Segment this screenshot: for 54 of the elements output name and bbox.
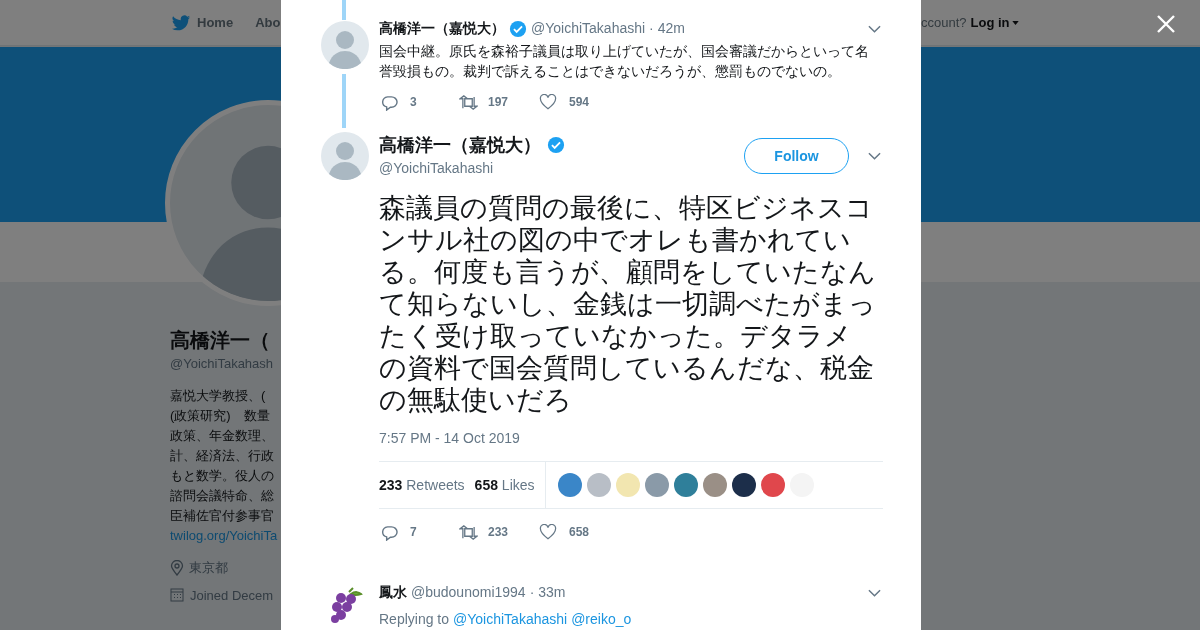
liker-avatar[interactable] — [731, 473, 756, 497]
mention-link[interactable]: @reiko_o — [571, 609, 632, 630]
like-button[interactable]: 658 — [539, 523, 590, 541]
tweet-timestamp[interactable]: 7:57 PM - 14 Oct 2019 — [379, 428, 883, 449]
like-count[interactable]: 658 Likes — [474, 474, 535, 496]
profile-handle: @YoichiTakahash — [170, 355, 275, 373]
retweet-arrows-icon — [459, 524, 478, 540]
bio-line: 臣補佐官付参事官 — [170, 507, 275, 525]
replying-to-label: Replying to — [379, 610, 450, 629]
bio-line: 計、経済法、行政 — [170, 447, 275, 465]
user-name[interactable]: 鳳水 — [379, 582, 407, 603]
tweet-text: 森議員の質問の最後に、特区ビジネスコンサル社の図の中でオレも書かれている。何度も言うが、顧問をしていたなんて知らないし、金銭は一切調べたがまったく受け取っていなかった。デタラメの資料で国会質問しているんだな、税金の無駄使いだろ — [379, 192, 877, 416]
speech-bubble-icon — [381, 93, 398, 111]
retweet-button[interactable]: 233 — [459, 523, 539, 541]
close-icon[interactable] — [1156, 14, 1176, 34]
nav-link[interactable]: Home — [197, 13, 234, 33]
user-name[interactable]: 高橋洋一（嘉悦大） — [379, 132, 541, 158]
tweet-text: 国会中継。原氏を森裕子議員は取り上げていたが、国会審議だからといって名誉毀損もの。裁判で訴えることはできないだろうが、懲罰ものでないの。 — [379, 42, 870, 81]
bio-line: 諮問会議特命、総 — [170, 487, 275, 505]
location-text: 東京都 — [189, 559, 228, 577]
bio-line: もと数学。役人の — [170, 467, 275, 485]
user-avatar[interactable] — [321, 21, 369, 69]
joined-date: Joined Decem — [190, 586, 274, 605]
user-handle[interactable]: @YoichiTakahashi — [531, 18, 646, 39]
profile-name: 高橋洋一（ — [170, 328, 271, 353]
user-avatar[interactable] — [321, 132, 369, 180]
nav-link[interactable]: Abo — [255, 13, 281, 33]
bio-line: (政策研究) 数量 — [170, 407, 271, 425]
login-link[interactable]: Log in — [970, 13, 1019, 33]
speech-bubble-icon — [381, 523, 398, 541]
like-button[interactable]: 594 — [539, 93, 590, 111]
user-handle[interactable]: @budounomi1994 — [411, 582, 526, 603]
retweet-arrows-icon — [459, 94, 478, 110]
calendar-icon — [170, 588, 184, 603]
heart-icon — [539, 524, 557, 540]
account-prompt: ccount? — [921, 14, 967, 33]
chevron-down-icon[interactable] — [868, 588, 881, 597]
user-name[interactable]: 高橋洋一（嘉悦大） — [379, 18, 505, 39]
retweet-count[interactable]: 233 Retweets — [379, 474, 465, 496]
mention-link[interactable]: @YoichiTakahashi — [453, 609, 568, 630]
reply-button[interactable]: 3 — [381, 93, 459, 111]
caret-icon — [1011, 21, 1019, 25]
tweet-time[interactable]: · 42m — [649, 18, 685, 39]
bio-line: 嘉悦大学教授、( — [170, 387, 267, 405]
bird-logo-icon[interactable] — [171, 14, 191, 32]
bio-line: 政策、年金数理、 — [170, 427, 275, 445]
heart-icon — [539, 94, 557, 110]
chevron-down-icon[interactable] — [868, 152, 881, 160]
user-handle[interactable]: @YoichiTakahashi — [379, 158, 565, 178]
tweet-time[interactable]: · 33m — [529, 582, 566, 603]
reply-button[interactable]: 7 — [381, 523, 459, 541]
chevron-down-icon[interactable] — [868, 24, 881, 33]
retweet-button[interactable]: 197 — [459, 93, 539, 111]
location-pin-icon — [170, 559, 184, 576]
